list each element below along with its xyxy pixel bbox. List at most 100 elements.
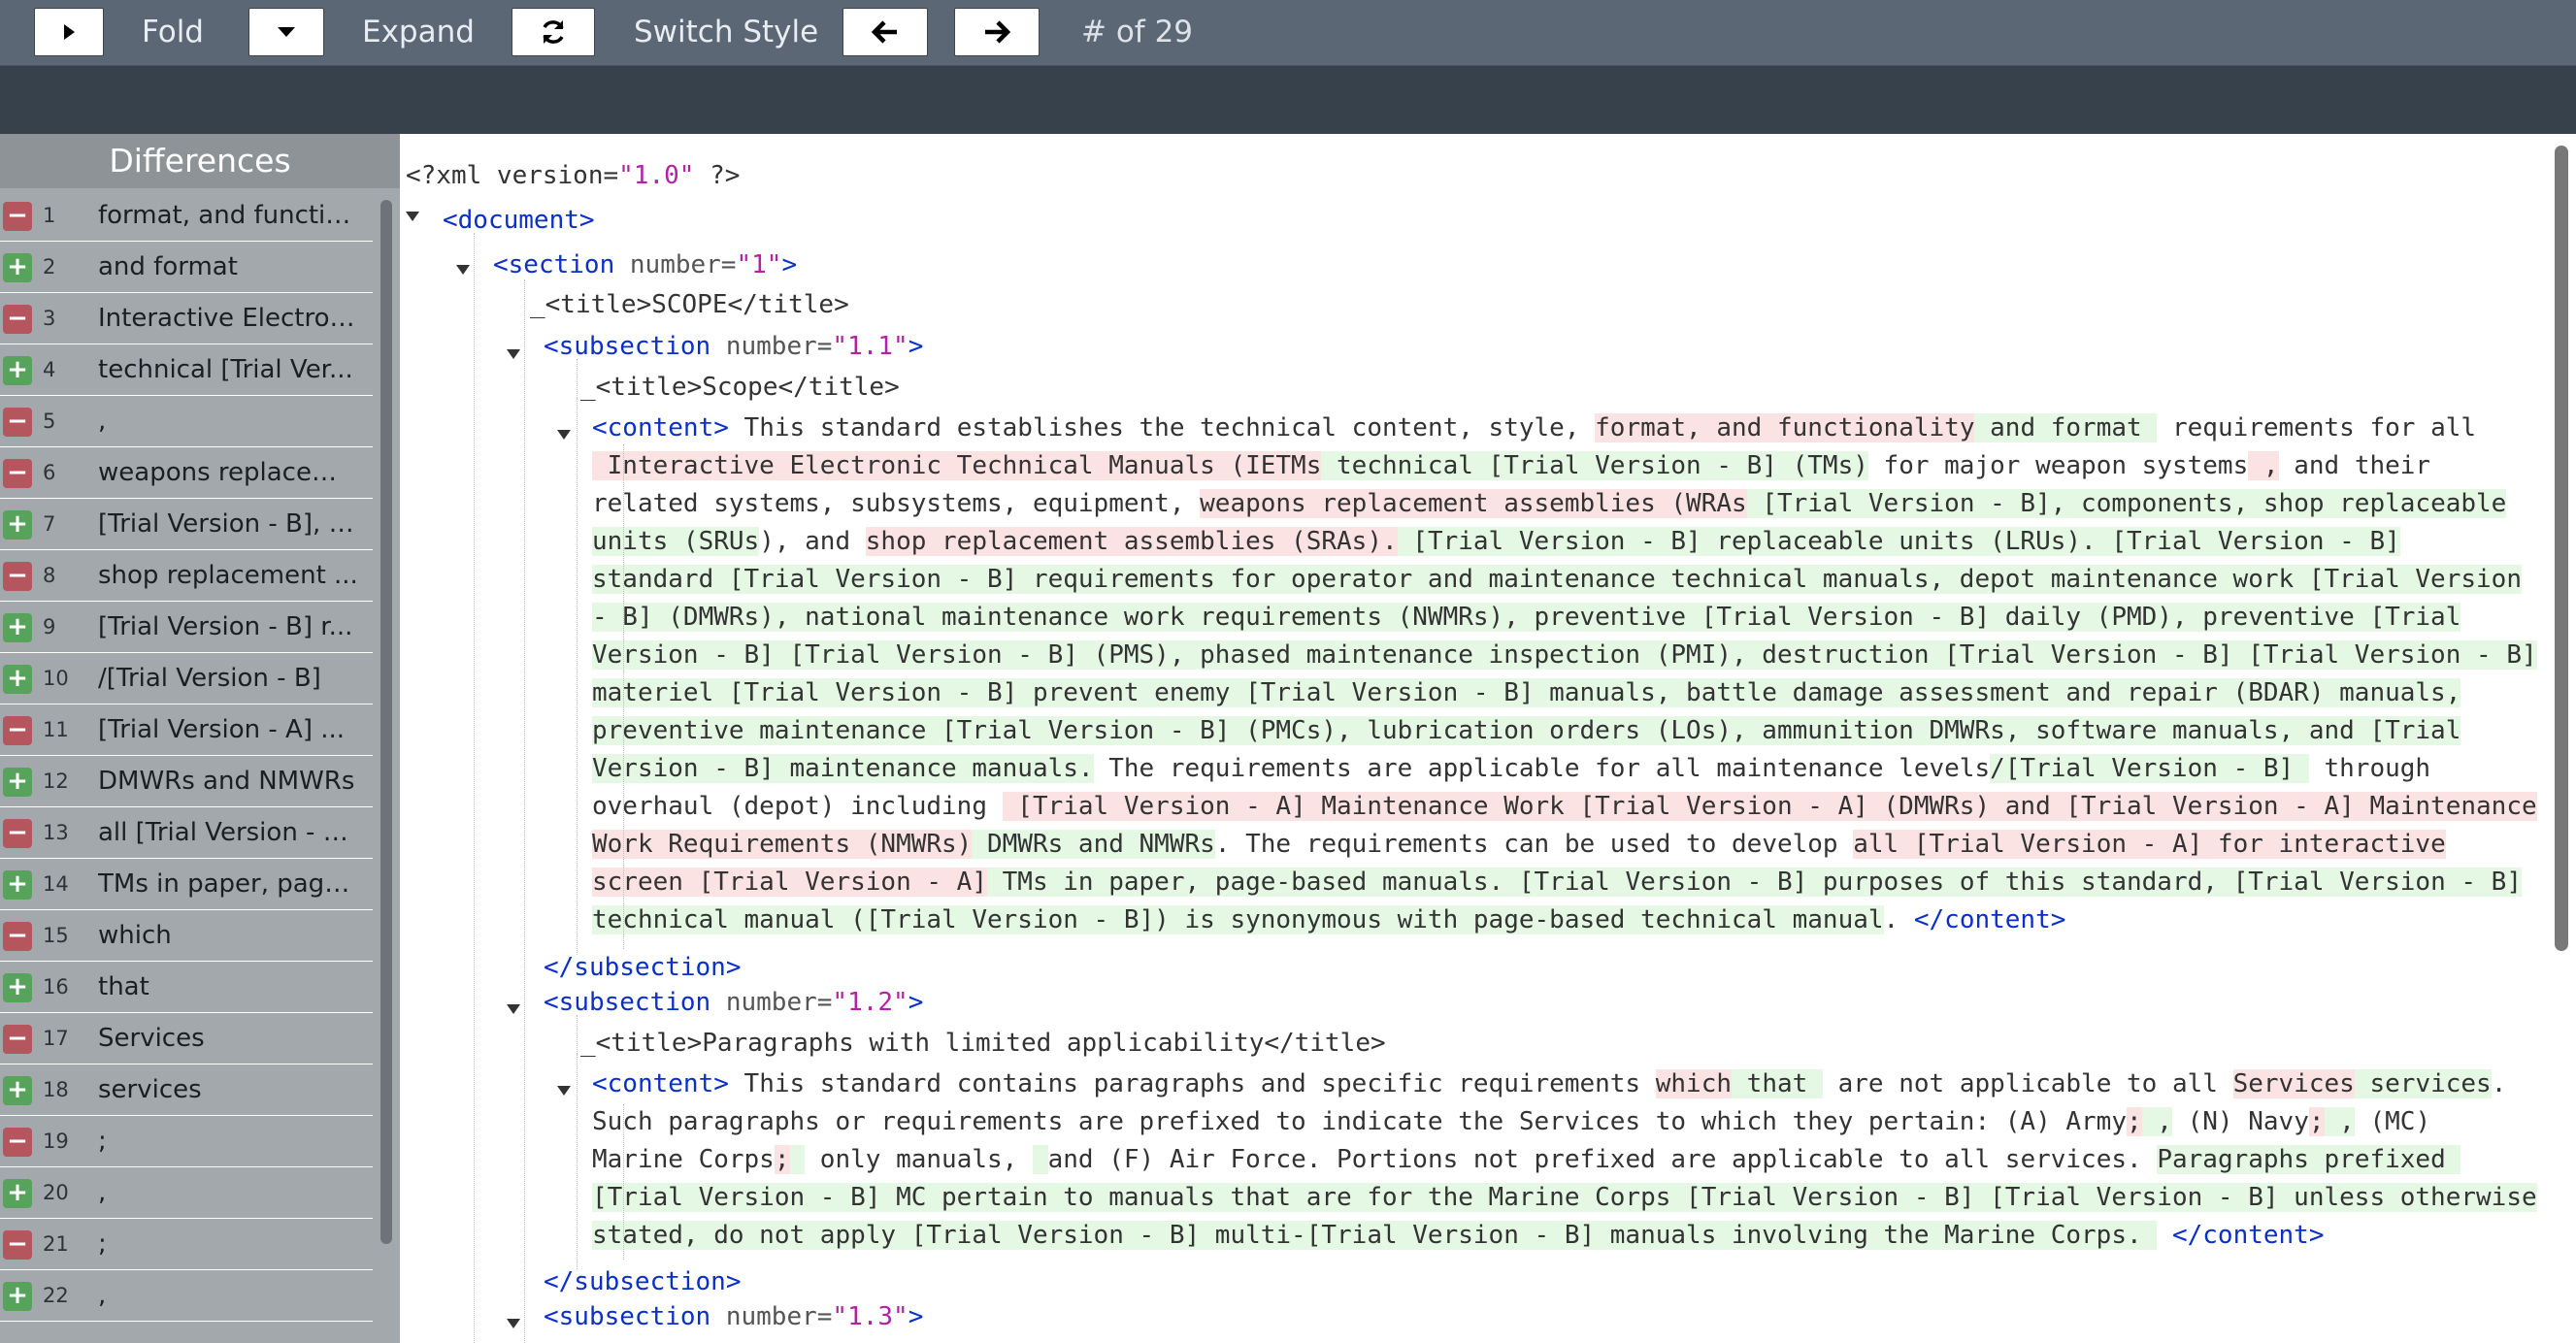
added-text: Version - B] maintenance manuals. [592, 754, 1094, 783]
xml-text: <?xml version= [406, 161, 619, 190]
removed-text: [Trial Version - A] Maintenance Work [Tr… [1002, 792, 2537, 821]
difference-number: 13 [43, 821, 69, 844]
content-line: preventive maintenance [Trial Version - … [592, 712, 2461, 750]
added-text: standard [Trial Version - B] requirement… [592, 565, 2522, 594]
switch-style-label[interactable]: Switch Style [634, 0, 818, 65]
difference-item[interactable]: −11 [Trial Version - A] ... [0, 704, 373, 756]
xml-text: . [1883, 905, 1914, 934]
xml-text: related systems, subsystems, equipment, [592, 489, 1201, 518]
difference-text: Interactive Electron... [98, 304, 360, 333]
minus-icon: − [3, 202, 32, 231]
difference-item[interactable]: +12 DMWRs and NMWRs [0, 756, 373, 807]
difference-number: 14 [43, 872, 69, 896]
content-line: Marine Corps; only manuals, and (F) Air … [592, 1141, 2461, 1179]
xml-tag: > [908, 332, 924, 361]
previous-button[interactable] [842, 8, 928, 56]
difference-item[interactable]: +9 [Trial Version - B] r... [0, 602, 373, 653]
added-text: preventive maintenance [Trial Version - … [592, 716, 2461, 745]
minus-icon: − [3, 408, 32, 437]
difference-item[interactable]: −15 which [0, 910, 373, 962]
main-scrollbar-thumb[interactable] [2555, 146, 2568, 951]
attribute-value: "1.0" [618, 161, 695, 190]
difference-item[interactable]: +10 /[Trial Version - B] [0, 653, 373, 704]
difference-item[interactable]: −17 Services [0, 1013, 373, 1065]
difference-item[interactable]: −5, [0, 396, 373, 447]
fold-button[interactable] [34, 8, 104, 56]
difference-text: Services [98, 1024, 205, 1053]
plus-icon: + [3, 253, 32, 282]
differences-title: Differences [0, 134, 400, 188]
xml-tag: <content> [592, 413, 729, 442]
difference-item[interactable]: −13 all [Trial Version - A... [0, 807, 373, 859]
play-right-icon [64, 24, 75, 40]
xml-text: requirements for all [2157, 413, 2477, 442]
difference-number: 6 [43, 461, 56, 484]
attribute-value: "1.2" [832, 988, 908, 1017]
minus-icon: − [3, 1128, 32, 1157]
collapse-toggle-icon[interactable] [507, 1004, 520, 1014]
xml-text: _<title>Paragraphs with limited applicab… [580, 1029, 1386, 1058]
difference-item[interactable]: +4 technical [Trial Ver... [0, 344, 373, 396]
difference-item[interactable]: +16 that [0, 962, 373, 1013]
indent-guide [577, 398, 578, 955]
difference-number: 2 [43, 255, 56, 278]
difference-text: [Trial Version - B], c... [98, 509, 360, 539]
sidebar-scrollbar-thumb[interactable] [380, 200, 392, 1244]
indent-guide [623, 444, 624, 949]
difference-item[interactable]: +22, [0, 1270, 373, 1322]
difference-item[interactable]: −8 shop replacement ... [0, 550, 373, 602]
collapse-toggle-icon[interactable] [456, 265, 470, 275]
switch-style-button[interactable] [512, 8, 595, 56]
collapse-toggle-icon[interactable] [406, 212, 419, 221]
difference-item[interactable]: −21; [0, 1219, 373, 1270]
collapse-toggle-icon[interactable] [507, 1319, 520, 1328]
difference-text: and format [98, 252, 238, 281]
indent-guide [577, 1054, 578, 1269]
expand-label[interactable]: Expand [362, 0, 475, 65]
section-title: _<title>SCOPE</title> [530, 286, 849, 324]
difference-item[interactable]: +18 services [0, 1065, 373, 1116]
xml-tag: </subsection> [544, 953, 742, 982]
xml-text: through [2308, 754, 2431, 783]
added-text: units (SRUs [592, 527, 760, 556]
difference-item[interactable]: −1 format, and functio... [0, 190, 373, 242]
difference-item[interactable]: +20, [0, 1167, 373, 1219]
added-text: services [2354, 1069, 2492, 1098]
xml-text: Such paragraphs or requirements are pref… [592, 1107, 2127, 1136]
plus-icon: + [3, 768, 32, 797]
plus-icon: + [3, 1282, 32, 1311]
xml-text: This standard contains paragraphs and sp… [728, 1069, 1656, 1098]
difference-text: , [98, 407, 107, 436]
attribute-name: number= [710, 988, 833, 1017]
difference-number: 10 [43, 667, 69, 690]
difference-item[interactable]: +2 and format [0, 242, 373, 293]
difference-number: 11 [43, 718, 69, 741]
subsection-close-tag: </subsection> [544, 1263, 742, 1301]
fold-label[interactable]: Fold [142, 0, 204, 65]
content-line: technical manual ([Trial Version - B]) i… [592, 901, 2065, 939]
difference-text: all [Trial Version - A... [98, 818, 360, 847]
plus-icon: + [3, 665, 32, 694]
minus-icon: − [3, 1230, 32, 1260]
expand-button[interactable] [248, 8, 324, 56]
difference-item[interactable]: −3 Interactive Electron... [0, 293, 373, 344]
xml-text: ), and [759, 527, 866, 556]
collapse-toggle-icon[interactable] [507, 349, 520, 359]
content-line: Interactive Electronic Technical Manuals… [592, 447, 2430, 485]
minus-icon: − [3, 1025, 32, 1054]
difference-item[interactable]: −19; [0, 1116, 373, 1167]
collapse-toggle-icon[interactable] [557, 430, 571, 440]
difference-number: 17 [43, 1027, 69, 1050]
xml-tag: > [781, 250, 798, 279]
difference-item[interactable]: −6 weapons replacem... [0, 447, 373, 499]
difference-item[interactable]: +14 TMs in paper, page... [0, 859, 373, 910]
difference-text: ; [98, 1229, 107, 1259]
content-line: - B] (DMWRs), national maintenance work … [592, 599, 2461, 637]
difference-item[interactable]: +7 [Trial Version - B], c... [0, 499, 373, 550]
removed-text: ; [774, 1145, 790, 1174]
next-button[interactable] [954, 8, 1040, 56]
subsection-title: _<title>Paragraphs with limited applicab… [580, 1025, 1386, 1063]
collapse-toggle-icon[interactable] [557, 1086, 571, 1096]
xml-diff-view: <?xml version="1.0" ?> <document> <section… [402, 134, 2576, 1343]
document-open-tag: <document> [443, 202, 595, 240]
